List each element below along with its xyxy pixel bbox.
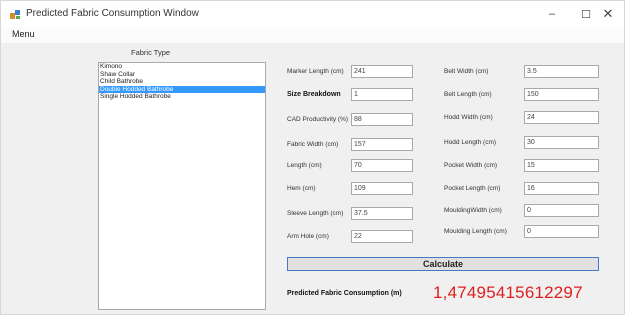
result-value: 1,47495415612297 bbox=[433, 283, 583, 302]
window-title: Predicted Fabric Consumption Window bbox=[26, 8, 199, 19]
title-bar[interactable]: Predicted Fabric Consumption Window – ☐ … bbox=[1, 1, 624, 27]
left-field-label: Fabric Width (cm) bbox=[287, 141, 339, 148]
left-field-label: Size Breakdown bbox=[287, 91, 341, 98]
list-item[interactable]: Double Hodded Bathrobe bbox=[99, 85, 265, 93]
fabric-type-listbox[interactable]: Kimono Shaw Collar Child Bathrobe Double Ho… bbox=[98, 62, 266, 310]
left-field-label: Sleeve Length (cm) bbox=[287, 210, 344, 217]
right-field-label: Belt Width (cm) bbox=[444, 68, 489, 75]
left-field-input[interactable]: 157 bbox=[351, 138, 413, 151]
left-field-label: Marker Length (cm) bbox=[287, 68, 344, 75]
app-icon bbox=[10, 10, 20, 19]
right-field-label: MouldingWidth (cm) bbox=[444, 207, 502, 214]
right-field-label: Hodd Length (cm) bbox=[444, 139, 497, 146]
right-field-input[interactable]: 150 bbox=[524, 88, 599, 101]
right-field-label: Belt Length (cm) bbox=[444, 91, 492, 98]
right-field-label: Pocket Width (cm) bbox=[444, 162, 498, 169]
menu-bar: Menu bbox=[1, 27, 624, 43]
left-field-input[interactable]: 37.5 bbox=[351, 207, 413, 220]
left-field-input[interactable]: 88 bbox=[351, 113, 413, 126]
left-field-label: CAD Productivity (%) bbox=[287, 116, 349, 123]
right-field-input[interactable]: 3.5 bbox=[524, 65, 599, 78]
left-field-label: Length (cm) bbox=[287, 162, 322, 169]
right-field-input[interactable]: 30 bbox=[524, 136, 599, 149]
left-field-input[interactable]: 241 bbox=[351, 65, 413, 78]
calculate-button[interactable]: Calculate bbox=[287, 257, 599, 271]
list-item[interactable]: Single Hodded Bathrobe bbox=[99, 93, 265, 101]
left-field-input[interactable]: 70 bbox=[351, 159, 413, 172]
right-field-label: Moulding Length (cm) bbox=[444, 228, 507, 235]
close-button[interactable]: ✕ bbox=[591, 1, 625, 27]
list-item[interactable]: Child Bathrobe bbox=[99, 78, 265, 86]
right-field-input[interactable]: 16 bbox=[524, 182, 599, 195]
menu-item-menu[interactable]: Menu bbox=[12, 29, 35, 39]
result-label: Predicted Fabric Consumption (m) bbox=[287, 290, 402, 297]
left-field-input[interactable]: 1 bbox=[351, 88, 413, 101]
left-field-label: Arm Hole (cm) bbox=[287, 233, 329, 240]
left-field-input[interactable]: 22 bbox=[351, 230, 413, 243]
app-window: Predicted Fabric Consumption Window – ☐ … bbox=[0, 0, 625, 315]
right-field-input[interactable]: 0 bbox=[524, 204, 599, 217]
right-field-input[interactable]: 0 bbox=[524, 225, 599, 238]
right-field-label: Hodd Width (cm) bbox=[444, 114, 493, 121]
list-item[interactable]: Kimono bbox=[99, 63, 265, 71]
minimize-button[interactable]: – bbox=[535, 1, 569, 27]
left-field-input[interactable]: 109 bbox=[351, 182, 413, 195]
list-item[interactable]: Shaw Collar bbox=[99, 71, 265, 79]
right-field-input[interactable]: 24 bbox=[524, 111, 599, 124]
left-field-label: Hem (cm) bbox=[287, 185, 316, 192]
fabric-type-label: Fabric Type bbox=[131, 48, 171, 57]
right-field-label: Pocket Length (cm) bbox=[444, 185, 501, 192]
right-field-input[interactable]: 15 bbox=[524, 159, 599, 172]
